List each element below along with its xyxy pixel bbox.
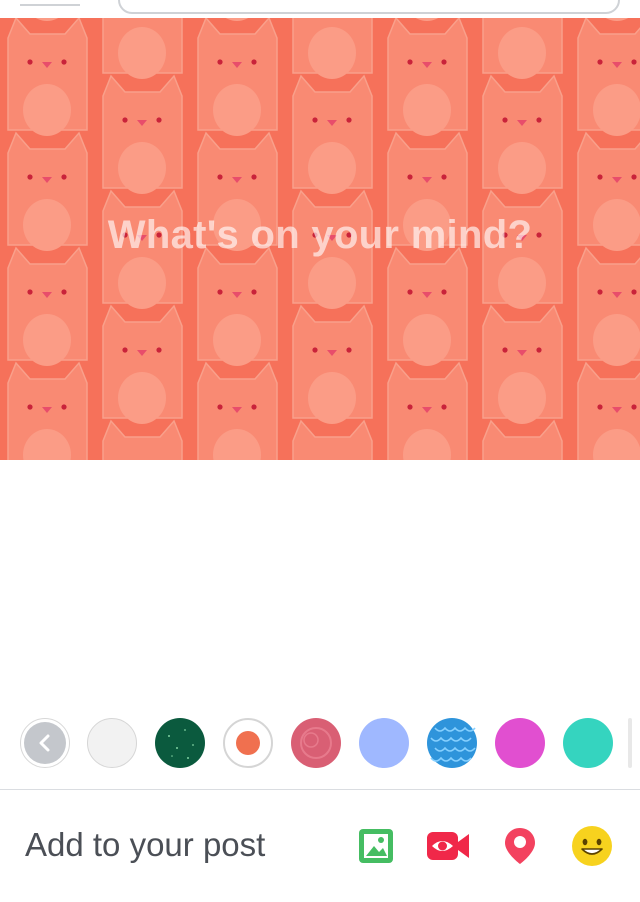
cat-pattern-tile (577, 246, 640, 366)
background-swatch-light-blue[interactable] (359, 718, 409, 768)
photo-icon[interactable] (354, 824, 398, 868)
cat-pattern-tile (197, 246, 278, 366)
background-picker (0, 718, 640, 772)
cat-pattern-tile (387, 18, 468, 136)
cat-pattern-tile (102, 304, 183, 424)
post-text-prompt[interactable]: What's on your mind? (0, 213, 640, 258)
background-picker-back-button[interactable] (20, 718, 70, 768)
background-swatch-white[interactable] (87, 718, 137, 768)
top-bar (0, 0, 640, 18)
cat-pattern-tile (482, 304, 563, 424)
nav-edge (20, 0, 80, 6)
cat-pattern-tile (387, 246, 468, 366)
cat-pattern-tile (482, 18, 563, 79)
background-swatch-more-edge[interactable] (628, 718, 632, 768)
cat-pattern-tile (292, 74, 373, 194)
cat-pattern-tile (292, 18, 373, 79)
cat-pattern-tile (197, 18, 278, 136)
cat-pattern-tile (102, 74, 183, 194)
background-swatch-blue-knit[interactable] (427, 718, 477, 768)
cat-pattern-tile (482, 74, 563, 194)
post-background-canvas[interactable]: What's on your mind? (0, 18, 640, 460)
cat-pattern-tile (292, 304, 373, 424)
location-pin-icon[interactable] (498, 824, 542, 868)
selected-indicator (236, 731, 260, 755)
background-swatch-dark-green[interactable] (155, 718, 205, 768)
background-swatch-teal[interactable] (563, 718, 613, 768)
footer-divider (0, 789, 640, 790)
background-swatch-magenta[interactable] (495, 718, 545, 768)
background-swatch-orange-cat-selected[interactable] (223, 718, 273, 768)
cat-pattern-tile (7, 18, 88, 136)
cat-pattern-tile (102, 18, 183, 79)
add-to-post-label: Add to your post (25, 826, 266, 863)
emoji-icon[interactable] (570, 824, 614, 868)
search-field-edge[interactable] (118, 0, 620, 14)
cat-pattern-tile (577, 18, 640, 136)
chevron-left-icon (24, 722, 66, 764)
background-swatch-pink[interactable] (291, 718, 341, 768)
cat-pattern-tile (7, 246, 88, 366)
live-video-icon[interactable] (426, 824, 470, 868)
